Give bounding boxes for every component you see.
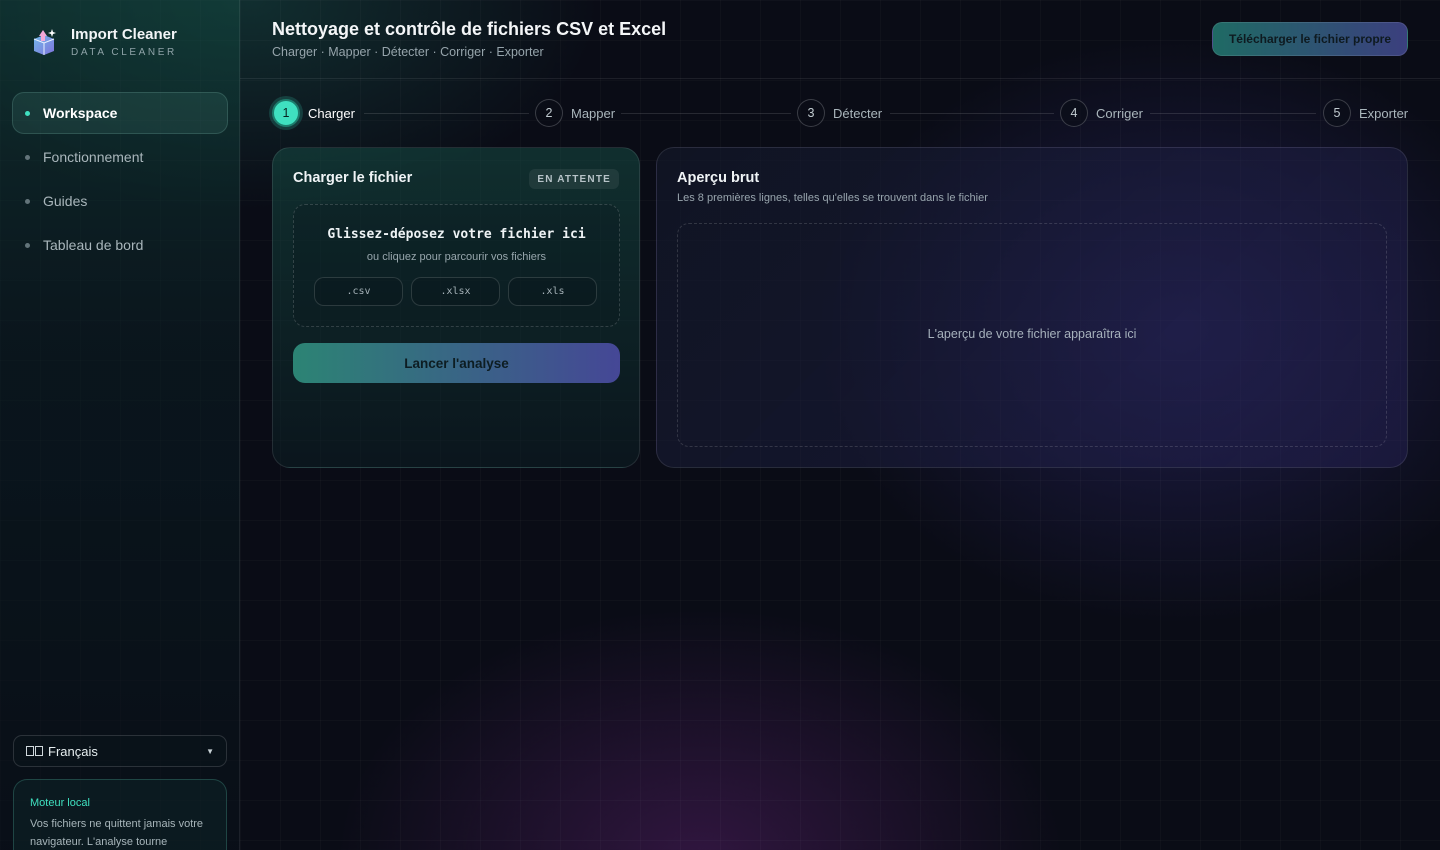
- preview-subtitle: Les 8 premières lignes, telles qu'elles …: [677, 192, 988, 204]
- sidebar-item-guides[interactable]: Guides: [12, 180, 228, 222]
- status-badge: EN ATTENTE: [529, 169, 619, 189]
- language-select[interactable]: Français ▼: [13, 735, 227, 767]
- step-number: 1: [272, 99, 300, 127]
- dot-icon: [25, 110, 30, 116]
- step-label: Charger: [308, 105, 355, 121]
- preview-empty-text: L'aperçu de votre fichier apparaîtra ici: [927, 327, 1137, 341]
- extension-chip-xls: .xls: [508, 277, 597, 306]
- sidebar: Import Cleaner DATA CLEANER Workspace Fo…: [0, 0, 240, 850]
- raw-preview-card: Aperçu brut Les 8 premières lignes, tell…: [656, 147, 1408, 468]
- dot-icon: [25, 242, 30, 248]
- step-number: 5: [1323, 99, 1351, 127]
- step-number: 4: [1060, 99, 1088, 127]
- step-corriger[interactable]: 4 Corriger: [1060, 98, 1143, 128]
- engine-title: Moteur local: [30, 797, 90, 809]
- file-dropzone[interactable]: Glissez-déposez votre fichier ici ou cli…: [293, 204, 620, 327]
- dot-icon: [25, 198, 30, 204]
- extension-chip-csv: .csv: [314, 277, 403, 306]
- step-label: Détecter: [833, 105, 883, 121]
- caret-down-icon: ▼: [206, 746, 214, 756]
- extension-list: .csv .xlsx .xls: [314, 277, 605, 306]
- preview-area: L'aperçu de votre fichier apparaîtra ici: [677, 223, 1387, 447]
- preview-title: Aperçu brut: [677, 170, 760, 186]
- step-label: Corriger: [1096, 105, 1143, 121]
- page-title: Nettoyage et contrôle de fichiers CSV et…: [272, 19, 667, 39]
- sidebar-item-fonctionnement[interactable]: Fonctionnement: [12, 136, 228, 178]
- engine-text: Vos fichiers ne quittent jamais votre na…: [30, 818, 204, 848]
- step-connector: [621, 113, 791, 114]
- upload-card-title: Charger le fichier: [293, 170, 413, 186]
- page-header: Nettoyage et contrôle de fichiers CSV et…: [240, 0, 1440, 79]
- step-label: Exporter: [1359, 105, 1409, 121]
- step-connector: [364, 113, 529, 114]
- sidebar-item-tableau-de-bord[interactable]: Tableau de bord: [12, 224, 228, 266]
- flag-icon: [26, 746, 34, 756]
- brand-title: Import Cleaner: [71, 26, 177, 43]
- step-exporter[interactable]: 5 Exporter: [1323, 98, 1408, 128]
- step-charger[interactable]: 1 Charger: [272, 98, 355, 128]
- sidebar-item-label: Guides: [43, 193, 88, 209]
- step-label: Mapper: [571, 105, 616, 121]
- brand-subtitle: DATA CLEANER: [71, 47, 177, 58]
- sparkle-box-icon: [30, 27, 58, 57]
- page-subtitle: Charger · Mapper · Détecter · Corriger ·…: [272, 45, 544, 59]
- sidebar-item-label: Fonctionnement: [43, 149, 144, 165]
- stepper: 1 Charger 2 Mapper 3 Détecter 4 Corriger…: [272, 98, 1408, 128]
- step-connector: [1150, 113, 1316, 114]
- extension-chip-xlsx: .xlsx: [411, 277, 500, 306]
- step-mapper[interactable]: 2 Mapper: [535, 98, 615, 128]
- language-value: Français: [48, 743, 98, 759]
- local-engine-card: Moteur local Vos fichiers ne quittent ja…: [13, 779, 227, 850]
- brand[interactable]: Import Cleaner DATA CLEANER: [30, 26, 177, 58]
- sidebar-item-label: Tableau de bord: [43, 237, 144, 253]
- sidebar-item-label: Workspace: [43, 105, 118, 121]
- dropzone-title: Glissez-déposez votre fichier ici: [327, 227, 586, 242]
- step-number: 3: [797, 99, 825, 127]
- step-detecter[interactable]: 3 Détecter: [797, 98, 882, 128]
- dot-icon: [25, 154, 30, 160]
- upload-card: Charger le fichier EN ATTENTE Glissez-dé…: [272, 147, 640, 468]
- flag-icon: [35, 746, 43, 756]
- download-clean-file-button[interactable]: Télécharger le fichier propre: [1212, 22, 1408, 56]
- dropzone-subtitle: ou cliquez pour parcourir vos fichiers: [366, 251, 547, 263]
- step-connector: [890, 113, 1054, 114]
- sidebar-item-workspace[interactable]: Workspace: [12, 92, 228, 134]
- step-number: 2: [535, 99, 563, 127]
- run-analysis-button[interactable]: Lancer l'analyse: [293, 343, 620, 383]
- sidebar-nav: Workspace Fonctionnement Guides Tableau …: [12, 92, 228, 268]
